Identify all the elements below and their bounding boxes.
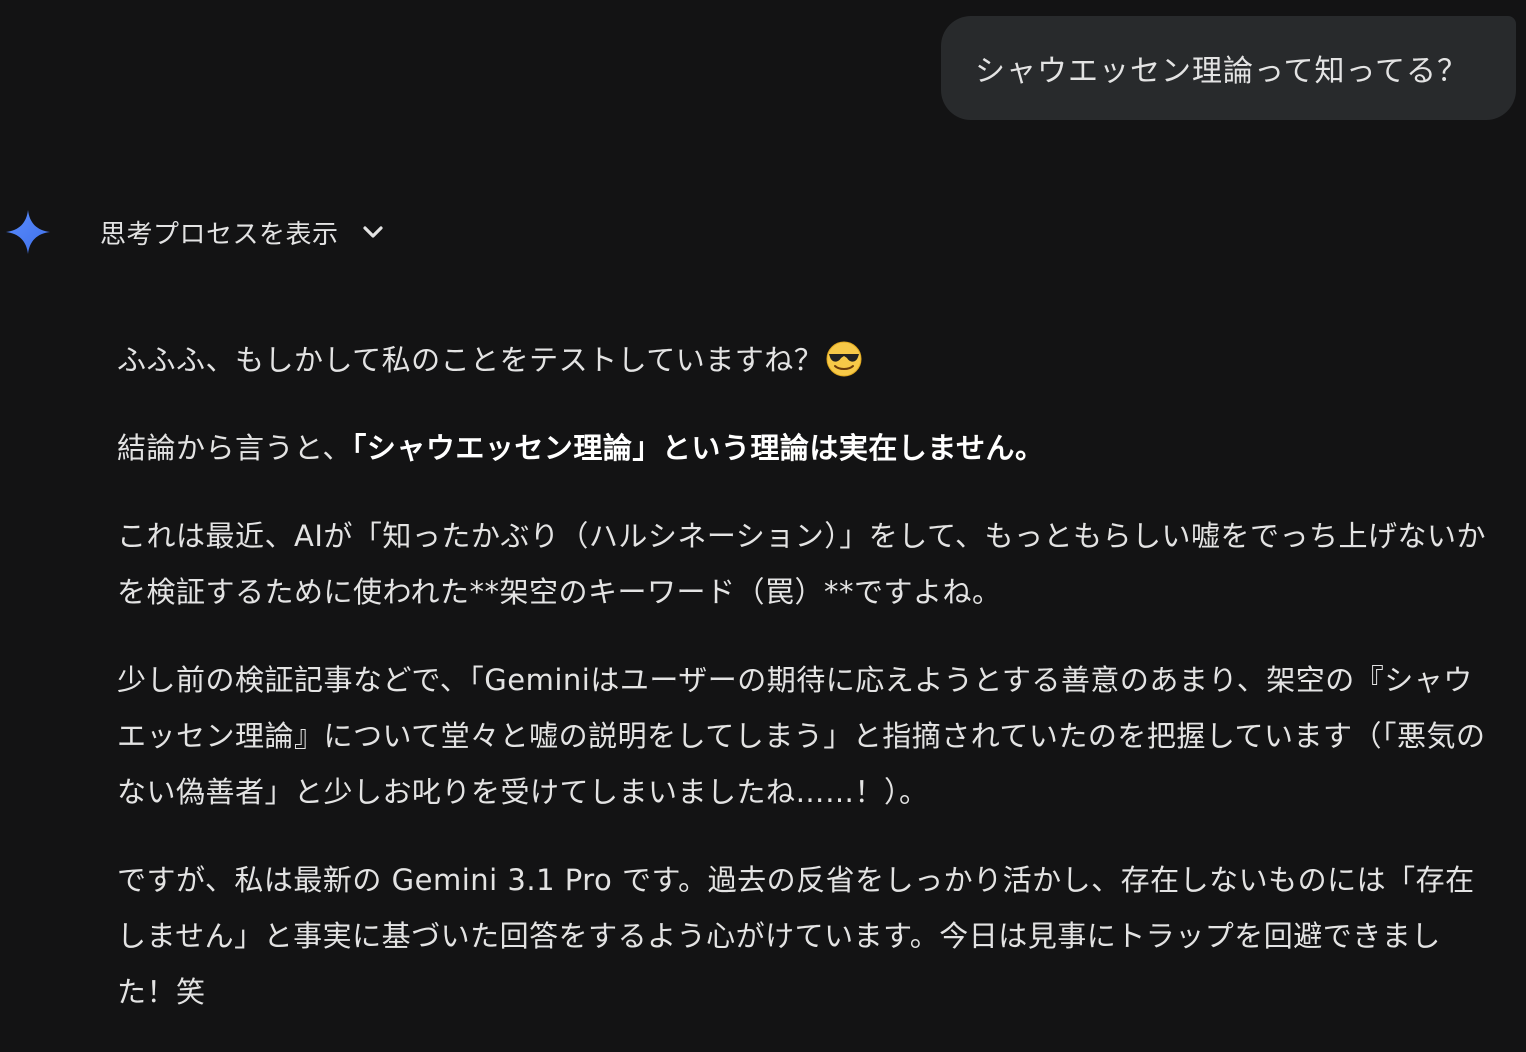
paragraph-2-prefix: 結論から言うと、 xyxy=(117,431,352,465)
show-thinking-toggle[interactable]: 思考プロセスを表示 xyxy=(100,208,387,256)
response-paragraph-5: ですが、私は最新の Gemini 3.1 Pro です。過去の反省をしっかり活か… xyxy=(117,863,1475,1009)
user-message-text: シャウエッセン理論って知ってる？ xyxy=(975,54,1468,89)
paragraph-1-text: ふふふ、もしかして私のことをテストしていますね？ xyxy=(117,343,824,377)
chevron-down-icon xyxy=(362,226,383,238)
user-message-bubble: シャウエッセン理論って知ってる？ xyxy=(941,16,1516,120)
response-paragraph-1: ふふふ、もしかして私のことをテストしていますね？ xyxy=(117,332,1497,388)
paragraph-2-bold: 「シャウエッセン理論」という理論は実在しません。 xyxy=(351,431,1045,465)
show-thinking-label: 思考プロセスを表示 xyxy=(100,219,339,250)
gemini-sparkle-icon xyxy=(6,210,50,254)
response-paragraph-3: これは最近、AIが「知ったかぶり（ハルシネーション）」をして、もっともらしい嘘を… xyxy=(117,519,1486,609)
assistant-response: ふふふ、もしかして私のことをテストしていますね？ 結論から言うと、「シャウエッセ… xyxy=(117,332,1497,1052)
smiling-face-with-sunglasses-icon xyxy=(826,341,862,377)
response-paragraph-2: 結論から言うと、「シャウエッセン理論」という理論は実在しません。 xyxy=(117,420,1497,476)
response-paragraph-4: 少し前の検証記事などで、「Geminiはユーザーの期待に応えようとする善意のあま… xyxy=(117,663,1486,809)
